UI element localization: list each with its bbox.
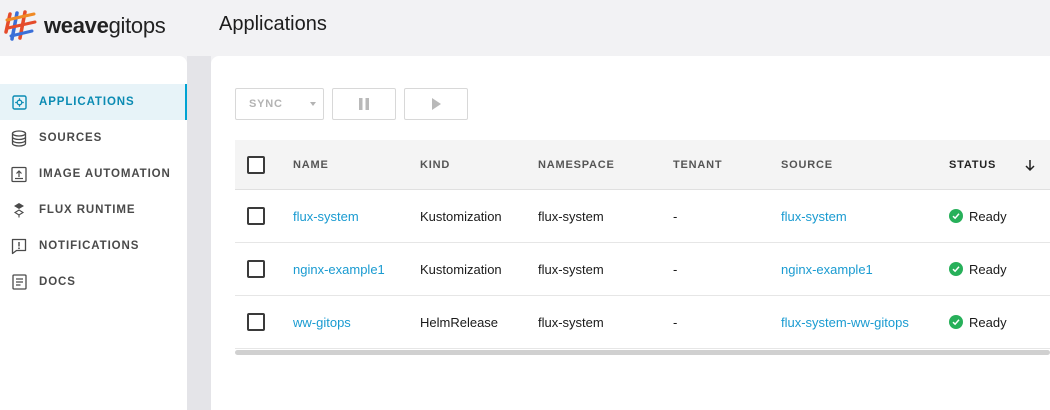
status-text: Ready	[969, 261, 1007, 277]
tenant-cell: -	[673, 208, 678, 224]
select-all-checkbox[interactable]	[247, 155, 265, 174]
table-row: nginx-example1 Kustomization flux-system…	[235, 243, 1050, 296]
chevron-down-icon	[310, 102, 316, 106]
column-header-namespace[interactable]: NAMESPACE	[538, 159, 615, 171]
sync-button[interactable]: SYNC	[235, 88, 324, 120]
row-checkbox[interactable]	[247, 207, 265, 225]
kind-cell: Kustomization	[420, 208, 502, 224]
sidebar-item-applications[interactable]: APPLICATIONS	[0, 84, 187, 120]
brand-weave: weave	[44, 13, 109, 38]
check-circle-icon	[949, 315, 963, 329]
table-header: NAME KIND NAMESPACE TENANT SOURCE STATUS	[235, 140, 1050, 190]
sidebar-item-notifications[interactable]: NOTIFICATIONS	[0, 228, 187, 264]
weave-gitops-logo[interactable]: weavegitops	[4, 8, 166, 44]
notifications-icon	[10, 237, 28, 255]
check-circle-icon	[949, 209, 963, 223]
play-icon	[432, 98, 441, 110]
tenant-cell: -	[673, 261, 678, 277]
kind-cell: HelmRelease	[420, 314, 499, 330]
namespace-cell: flux-system	[538, 208, 604, 224]
sidebar-item-label: SOURCES	[39, 132, 103, 144]
namespace-cell: flux-system	[538, 314, 604, 330]
kind-cell: Kustomization	[420, 261, 502, 277]
column-header-kind[interactable]: KIND	[420, 159, 450, 171]
pause-icon	[359, 98, 369, 110]
column-header-tenant[interactable]: TENANT	[673, 159, 722, 171]
brand-name: weavegitops	[44, 13, 166, 39]
sidebar: APPLICATIONS SOURCES IMAGE AUTOMATION FL…	[0, 56, 187, 410]
sidebar-item-label: DOCS	[39, 276, 76, 288]
status-badge: Ready	[949, 315, 1007, 330]
resume-button[interactable]	[404, 88, 468, 120]
sync-button-label: SYNC	[249, 98, 283, 110]
namespace-cell: flux-system	[538, 261, 604, 277]
column-header-name[interactable]: NAME	[293, 159, 329, 171]
sidebar-item-flux-runtime[interactable]: FLUX RUNTIME	[0, 192, 187, 228]
table-row: ww-gitops HelmRelease flux-system - flux…	[235, 296, 1050, 349]
row-checkbox[interactable]	[247, 260, 265, 278]
page-title: Applications	[219, 13, 327, 35]
flux-runtime-icon	[10, 201, 28, 219]
sort-arrow-down-icon[interactable]	[1024, 159, 1036, 172]
applications-table: NAME KIND NAMESPACE TENANT SOURCE STATUS…	[235, 140, 1050, 355]
docs-icon	[10, 273, 28, 291]
weave-logo-icon	[4, 10, 37, 41]
sources-icon	[10, 129, 28, 147]
sidebar-item-docs[interactable]: DOCS	[0, 264, 187, 300]
image-automation-icon	[10, 165, 28, 183]
app-name-link[interactable]: nginx-example1	[293, 262, 385, 277]
toolbar: SYNC	[235, 88, 468, 120]
status-text: Ready	[969, 208, 1007, 224]
sidebar-item-label: NOTIFICATIONS	[39, 240, 140, 252]
sidebar-item-sources[interactable]: SOURCES	[0, 120, 187, 156]
applications-icon	[10, 93, 28, 111]
status-text: Ready	[969, 314, 1007, 330]
app-name-link[interactable]: flux-system	[293, 209, 359, 224]
source-link[interactable]: flux-system-ww-gitops	[781, 315, 909, 330]
layout-gutter	[187, 56, 211, 410]
sidebar-item-label: FLUX RUNTIME	[39, 204, 136, 216]
suspend-button[interactable]	[332, 88, 396, 120]
row-checkbox[interactable]	[247, 313, 265, 331]
app-name-link[interactable]: ww-gitops	[293, 315, 351, 330]
check-circle-icon	[949, 262, 963, 276]
brand-gitops: gitops	[108, 13, 166, 38]
sidebar-item-label: IMAGE AUTOMATION	[39, 168, 171, 180]
column-header-status[interactable]: STATUS	[949, 159, 996, 171]
status-badge: Ready	[949, 262, 1007, 277]
tenant-cell: -	[673, 314, 678, 330]
main-content: SYNC NAME KIND NAMESPACE TENANT SOURCE S…	[211, 56, 1050, 410]
sidebar-item-label: APPLICATIONS	[39, 96, 135, 108]
table-row: flux-system Kustomization flux-system - …	[235, 190, 1050, 243]
column-header-source[interactable]: SOURCE	[781, 159, 833, 171]
source-link[interactable]: flux-system	[781, 209, 847, 224]
source-link[interactable]: nginx-example1	[781, 262, 873, 277]
sidebar-item-image-automation[interactable]: IMAGE AUTOMATION	[0, 156, 187, 192]
horizontal-scrollbar[interactable]	[235, 350, 1050, 355]
status-badge: Ready	[949, 209, 1007, 224]
